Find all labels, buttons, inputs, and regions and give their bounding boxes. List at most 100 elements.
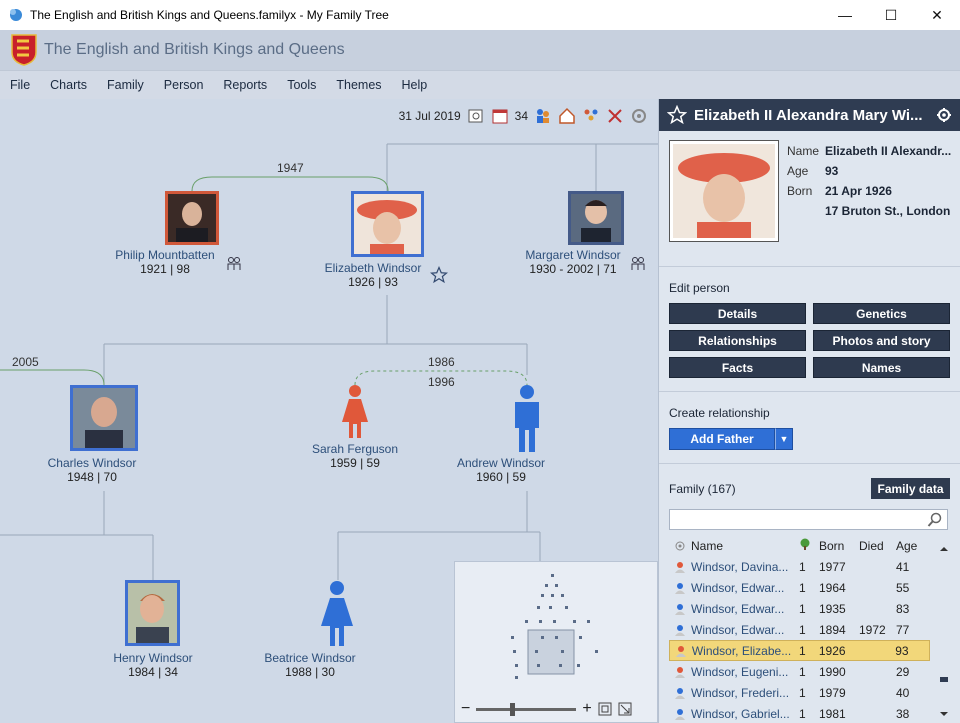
- row-generation: 1: [799, 664, 806, 679]
- selected-person-photo[interactable]: [669, 140, 779, 242]
- row-generation: 1: [799, 559, 806, 574]
- gear-icon[interactable]: [936, 107, 952, 123]
- field-value-name: Elizabeth II Alexandr...: [825, 144, 952, 158]
- menu-help[interactable]: Help: [392, 78, 438, 92]
- person-node-sarah[interactable]: Sarah Ferguson 1959 | 59: [275, 442, 435, 470]
- select-column-icon[interactable]: [675, 541, 685, 551]
- menu-person[interactable]: Person: [154, 78, 214, 92]
- zoom-out-button[interactable]: −: [461, 700, 470, 718]
- female-person-icon: [675, 645, 686, 657]
- zoom-in-button[interactable]: +: [582, 700, 591, 718]
- column-born[interactable]: Born: [819, 539, 859, 553]
- app-title: The English and British Kings and Queens: [44, 41, 345, 58]
- calendar-search-icon[interactable]: [467, 107, 485, 125]
- row-generation: 1: [799, 685, 806, 700]
- tools-icon[interactable]: [606, 107, 624, 125]
- charles-photo[interactable]: [70, 385, 138, 451]
- star-icon[interactable]: [667, 105, 687, 125]
- maximize-button[interactable]: ☐: [868, 0, 914, 30]
- chevron-down-icon[interactable]: ▼: [775, 428, 793, 450]
- names-button[interactable]: Names: [813, 357, 950, 378]
- row-generation: 1: [799, 580, 806, 595]
- family-data-button[interactable]: Family data: [871, 478, 950, 499]
- henry-photo[interactable]: [125, 580, 180, 646]
- photos-and-story-button[interactable]: Photos and story: [813, 330, 950, 351]
- row-born: 1990: [819, 664, 846, 679]
- menu-family[interactable]: Family: [97, 78, 154, 92]
- zoom-slider[interactable]: [476, 702, 577, 716]
- table-row[interactable]: Windsor, Edwar... 1 1964 55: [669, 577, 949, 598]
- family-table-scrollbar[interactable]: [938, 544, 950, 719]
- menu-themes[interactable]: Themes: [326, 78, 391, 92]
- row-born: 1935: [819, 601, 846, 616]
- menu-reports[interactable]: Reports: [213, 78, 277, 92]
- person-node-elizabeth[interactable]: Elizabeth Windsor 1926 | 93: [313, 261, 433, 289]
- fit-to-screen-icon[interactable]: [598, 702, 612, 716]
- person-node-charles[interactable]: Charles Windsor 1948 | 70: [37, 456, 147, 484]
- zoom-slider-knob[interactable]: [510, 702, 516, 716]
- tree-canvas[interactable]: 31 Jul 2019 34 1947 2005 1986 1996 Phili…: [0, 99, 658, 723]
- add-father-button[interactable]: Add Father: [669, 428, 775, 450]
- relatives-icon[interactable]: [630, 256, 646, 272]
- window-controls: — ☐ ✕: [822, 0, 960, 30]
- royal-crest-icon: [11, 34, 37, 66]
- column-died[interactable]: Died: [859, 539, 896, 553]
- family-icon[interactable]: [582, 107, 600, 125]
- row-age: 83: [896, 601, 910, 616]
- table-row[interactable]: Windsor, Davina... 1 1977 41: [669, 556, 949, 577]
- column-name[interactable]: Name: [691, 539, 799, 553]
- female-silhouette-icon[interactable]: [337, 384, 373, 440]
- details-button[interactable]: Details: [669, 303, 806, 324]
- person-node-henry[interactable]: Henry Windsor 1984 | 34: [88, 651, 218, 679]
- person-node-beatrice[interactable]: Beatrice Windsor 1988 | 30: [250, 651, 370, 679]
- add-father-split-button: Add Father ▼: [669, 428, 793, 450]
- table-row[interactable]: Windsor, Elizabe... 1 1926 93: [669, 640, 930, 661]
- facts-button[interactable]: Facts: [669, 357, 806, 378]
- person-name: Sarah Ferguson: [311, 442, 399, 456]
- search-icon[interactable]: [927, 512, 943, 528]
- person-node-margaret[interactable]: Margaret Windsor 1930 - 2002 | 71: [508, 248, 638, 276]
- menu-tools[interactable]: Tools: [277, 78, 326, 92]
- relatives-icon[interactable]: [226, 256, 242, 272]
- menu-file[interactable]: File: [0, 78, 40, 92]
- tree-minimap[interactable]: − +: [454, 561, 658, 723]
- table-row[interactable]: Windsor, Gabriel... 1 1981 38: [669, 703, 949, 723]
- close-button[interactable]: ✕: [914, 0, 960, 30]
- genetics-button[interactable]: Genetics: [813, 303, 950, 324]
- philip-photo[interactable]: [165, 191, 219, 245]
- row-name: Windsor, Eugeni...: [691, 664, 789, 679]
- person-years: 1984 | 34: [128, 665, 178, 679]
- row-born: 1979: [819, 685, 846, 700]
- elizabeth-photo[interactable]: [351, 191, 424, 257]
- minimize-button[interactable]: —: [822, 0, 868, 30]
- person-node-andrew[interactable]: Andrew Windsor 1960 | 59: [446, 456, 556, 484]
- divorce-year-andrew-sarah: 1996: [428, 375, 455, 389]
- person-name: Charles Windsor: [47, 456, 137, 470]
- table-row[interactable]: Windsor, Frederi... 1 1979 40: [669, 682, 949, 703]
- row-name: Windsor, Edwar...: [691, 601, 785, 616]
- column-age[interactable]: Age: [896, 539, 930, 553]
- gear-icon[interactable]: [630, 107, 648, 125]
- star-icon[interactable]: [430, 266, 448, 284]
- margaret-photo[interactable]: [568, 191, 624, 245]
- home-icon[interactable]: [558, 107, 576, 125]
- male-silhouette-icon[interactable]: [509, 384, 545, 454]
- person-years: 1926 | 93: [348, 275, 398, 289]
- table-row[interactable]: Windsor, Edwar... 1 1894 1972 77: [669, 619, 949, 640]
- menu-charts[interactable]: Charts: [40, 78, 97, 92]
- table-header: Name Born Died Age: [669, 535, 949, 556]
- family-search-input[interactable]: [670, 510, 920, 529]
- person-node-philip[interactable]: Philip Mountbatten 1921 | 98: [100, 248, 230, 276]
- people-icon[interactable]: [534, 107, 552, 125]
- person-panel: Elizabeth II Alexandra Mary Wi... Name El…: [658, 99, 960, 723]
- row-generation: 1: [799, 706, 806, 721]
- female-silhouette-icon[interactable]: [317, 580, 357, 648]
- table-row[interactable]: Windsor, Eugeni... 1 1990 29: [669, 661, 949, 682]
- tree-column-icon[interactable]: [799, 538, 811, 550]
- table-row[interactable]: Windsor, Edwar... 1 1935 83: [669, 598, 949, 619]
- male-person-icon: [675, 687, 685, 699]
- person-years: 1930 - 2002 | 71: [529, 262, 617, 276]
- collapse-minimap-icon[interactable]: [618, 702, 632, 716]
- calendar-icon[interactable]: [491, 107, 509, 125]
- relationships-button[interactable]: Relationships: [669, 330, 806, 351]
